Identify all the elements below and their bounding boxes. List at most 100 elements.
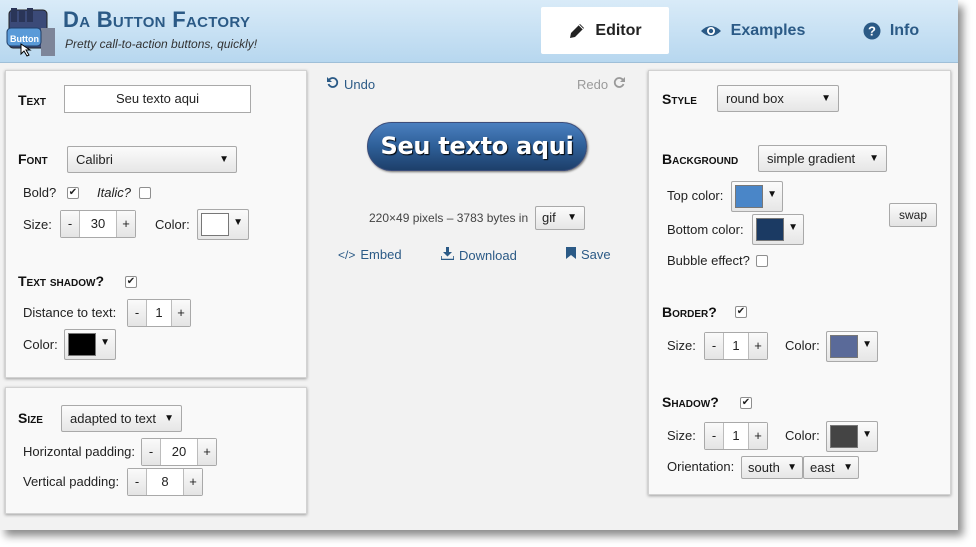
bottom-color-picker[interactable]: ▼ — [752, 214, 804, 245]
redo-link[interactable]: Redo — [577, 76, 626, 92]
preview-size-info: 220×49 pixels – 3783 bytes in — [369, 211, 529, 225]
shadow-size-value[interactable]: 1 — [723, 423, 749, 449]
shadow-distance-decrement-button[interactable]: - — [128, 300, 146, 326]
shadow-color-label: Color: — [23, 337, 58, 352]
background-select-value: simple gradient — [767, 151, 856, 166]
background-select[interactable]: simple gradient ▼ — [758, 145, 887, 172]
chevron-down-icon: ▼ — [862, 429, 872, 440]
tab-examples-label: Examples — [730, 21, 806, 39]
border-size-value[interactable]: 1 — [723, 333, 749, 359]
chevron-down-icon: ▼ — [869, 153, 879, 164]
chevron-down-icon: ▼ — [787, 462, 797, 473]
shadow-size-increment-button[interactable]: + — [749, 423, 767, 449]
shadow-size-label: Size: — [667, 428, 696, 443]
bold-checkbox[interactable]: ✔ — [67, 187, 79, 199]
text-color-swatch — [201, 213, 229, 236]
embed-link[interactable]: </> Embed — [338, 247, 402, 262]
pencil-icon — [568, 22, 586, 40]
shadow-distance-increment-button[interactable]: + — [172, 300, 190, 326]
text-shadow-heading: Text shadow? — [18, 273, 104, 289]
chevron-down-icon: ▼ — [219, 154, 229, 165]
redo-label: Redo — [577, 76, 609, 92]
shadow-distance-value[interactable]: 1 — [146, 300, 172, 326]
orientation-horizontal-select[interactable]: east ▼ — [803, 456, 859, 479]
logo-text: Button — [10, 34, 39, 44]
horizontal-padding-decrement-button[interactable]: - — [142, 439, 160, 465]
app-subtitle: Pretty call-to-action buttons, quickly! — [65, 37, 258, 51]
undo-link[interactable]: Undo — [326, 76, 375, 92]
tab-examples[interactable]: Examples — [690, 7, 815, 54]
undo-icon — [326, 76, 339, 92]
bottom-color-label: Bottom color: — [667, 222, 744, 237]
vertical-padding-value[interactable]: 8 — [146, 469, 184, 495]
size-heading: Size — [18, 410, 43, 426]
box-shadow-color-picker[interactable]: ▼ — [826, 421, 878, 452]
border-size-increment-button[interactable]: + — [749, 333, 767, 359]
box-shadow-color-swatch — [830, 425, 858, 448]
chevron-down-icon: ▼ — [567, 212, 577, 223]
font-select[interactable]: Calibri ▼ — [67, 146, 237, 173]
font-size-stepper[interactable]: - 30 + — [60, 210, 136, 238]
border-checkbox[interactable]: ✔ — [735, 306, 747, 318]
bold-label: Bold? — [23, 185, 57, 200]
font-heading: Font — [18, 151, 48, 167]
font-size-increment-button[interactable]: + — [117, 211, 135, 237]
vertical-padding-stepper[interactable]: - 8 + — [127, 468, 203, 496]
size-mode-value: adapted to text — [70, 411, 157, 426]
horizontal-padding-stepper[interactable]: - 20 + — [141, 438, 217, 466]
bottom-color-swatch — [756, 218, 784, 241]
text-color-label: Color: — [155, 217, 190, 232]
button-preview: Seu texto aqui — [367, 122, 587, 171]
horizontal-padding-increment-button[interactable]: + — [198, 439, 216, 465]
shadow-distance-label: Distance to text: — [23, 305, 117, 320]
vertical-padding-decrement-button[interactable]: - — [128, 469, 146, 495]
top-color-swatch — [735, 185, 763, 208]
vertical-padding-increment-button[interactable]: + — [184, 469, 202, 495]
style-heading: Style — [662, 91, 697, 107]
orientation-label: Orientation: — [667, 459, 735, 474]
text-shadow-checkbox[interactable]: ✔ — [125, 276, 137, 288]
italic-label: Italic? — [97, 185, 131, 200]
save-link[interactable]: Save — [566, 247, 611, 262]
horizontal-padding-label: Horizontal padding: — [23, 444, 136, 459]
italic-checkbox[interactable] — [139, 187, 151, 199]
download-icon — [440, 247, 455, 263]
app-title: Da Button Factory — [63, 7, 251, 32]
border-color-picker[interactable]: ▼ — [826, 331, 878, 362]
tab-editor[interactable]: Editor — [541, 7, 669, 54]
logo-icon[interactable]: Button — [5, 6, 57, 58]
size-mode-select[interactable]: adapted to text ▼ — [61, 405, 182, 432]
bookmark-icon — [566, 247, 576, 262]
chevron-down-icon: ▼ — [843, 462, 853, 473]
tab-info[interactable]: ? Info — [850, 7, 932, 54]
shadow-distance-stepper[interactable]: - 1 + — [127, 299, 191, 327]
redo-icon — [613, 76, 626, 92]
chevron-down-icon: ▼ — [788, 222, 798, 233]
shadow-size-stepper[interactable]: - 1 + — [704, 422, 768, 450]
download-label: Download — [459, 247, 517, 263]
text-color-picker[interactable]: ▼ — [197, 209, 249, 240]
orientation-vertical-value: south — [748, 460, 780, 475]
button-text-input[interactable]: Seu texto aqui — [64, 85, 251, 113]
border-color-label: Color: — [785, 338, 820, 353]
background-heading: Background — [662, 151, 739, 167]
border-heading: Border? — [662, 304, 717, 320]
download-link[interactable]: Download — [440, 247, 517, 263]
border-size-decrement-button[interactable]: - — [705, 333, 723, 359]
swap-colors-button[interactable]: swap — [889, 203, 937, 227]
eye-icon — [700, 23, 722, 39]
shadow-size-decrement-button[interactable]: - — [705, 423, 723, 449]
format-select[interactable]: gif ▼ — [535, 206, 585, 230]
horizontal-padding-value[interactable]: 20 — [160, 439, 198, 465]
font-size-decrement-button[interactable]: - — [61, 211, 79, 237]
top-color-picker[interactable]: ▼ — [731, 181, 783, 212]
chevron-down-icon: ▼ — [164, 413, 174, 424]
style-select[interactable]: round box ▼ — [717, 85, 839, 112]
font-size-value[interactable]: 30 — [79, 211, 117, 237]
border-size-stepper[interactable]: - 1 + — [704, 332, 768, 360]
shadow-color-picker[interactable]: ▼ — [64, 329, 116, 360]
bubble-effect-checkbox[interactable] — [756, 255, 768, 267]
orientation-vertical-select[interactable]: south ▼ — [741, 456, 803, 479]
chevron-down-icon: ▼ — [233, 217, 243, 228]
shadow-checkbox[interactable]: ✔ — [740, 397, 752, 409]
